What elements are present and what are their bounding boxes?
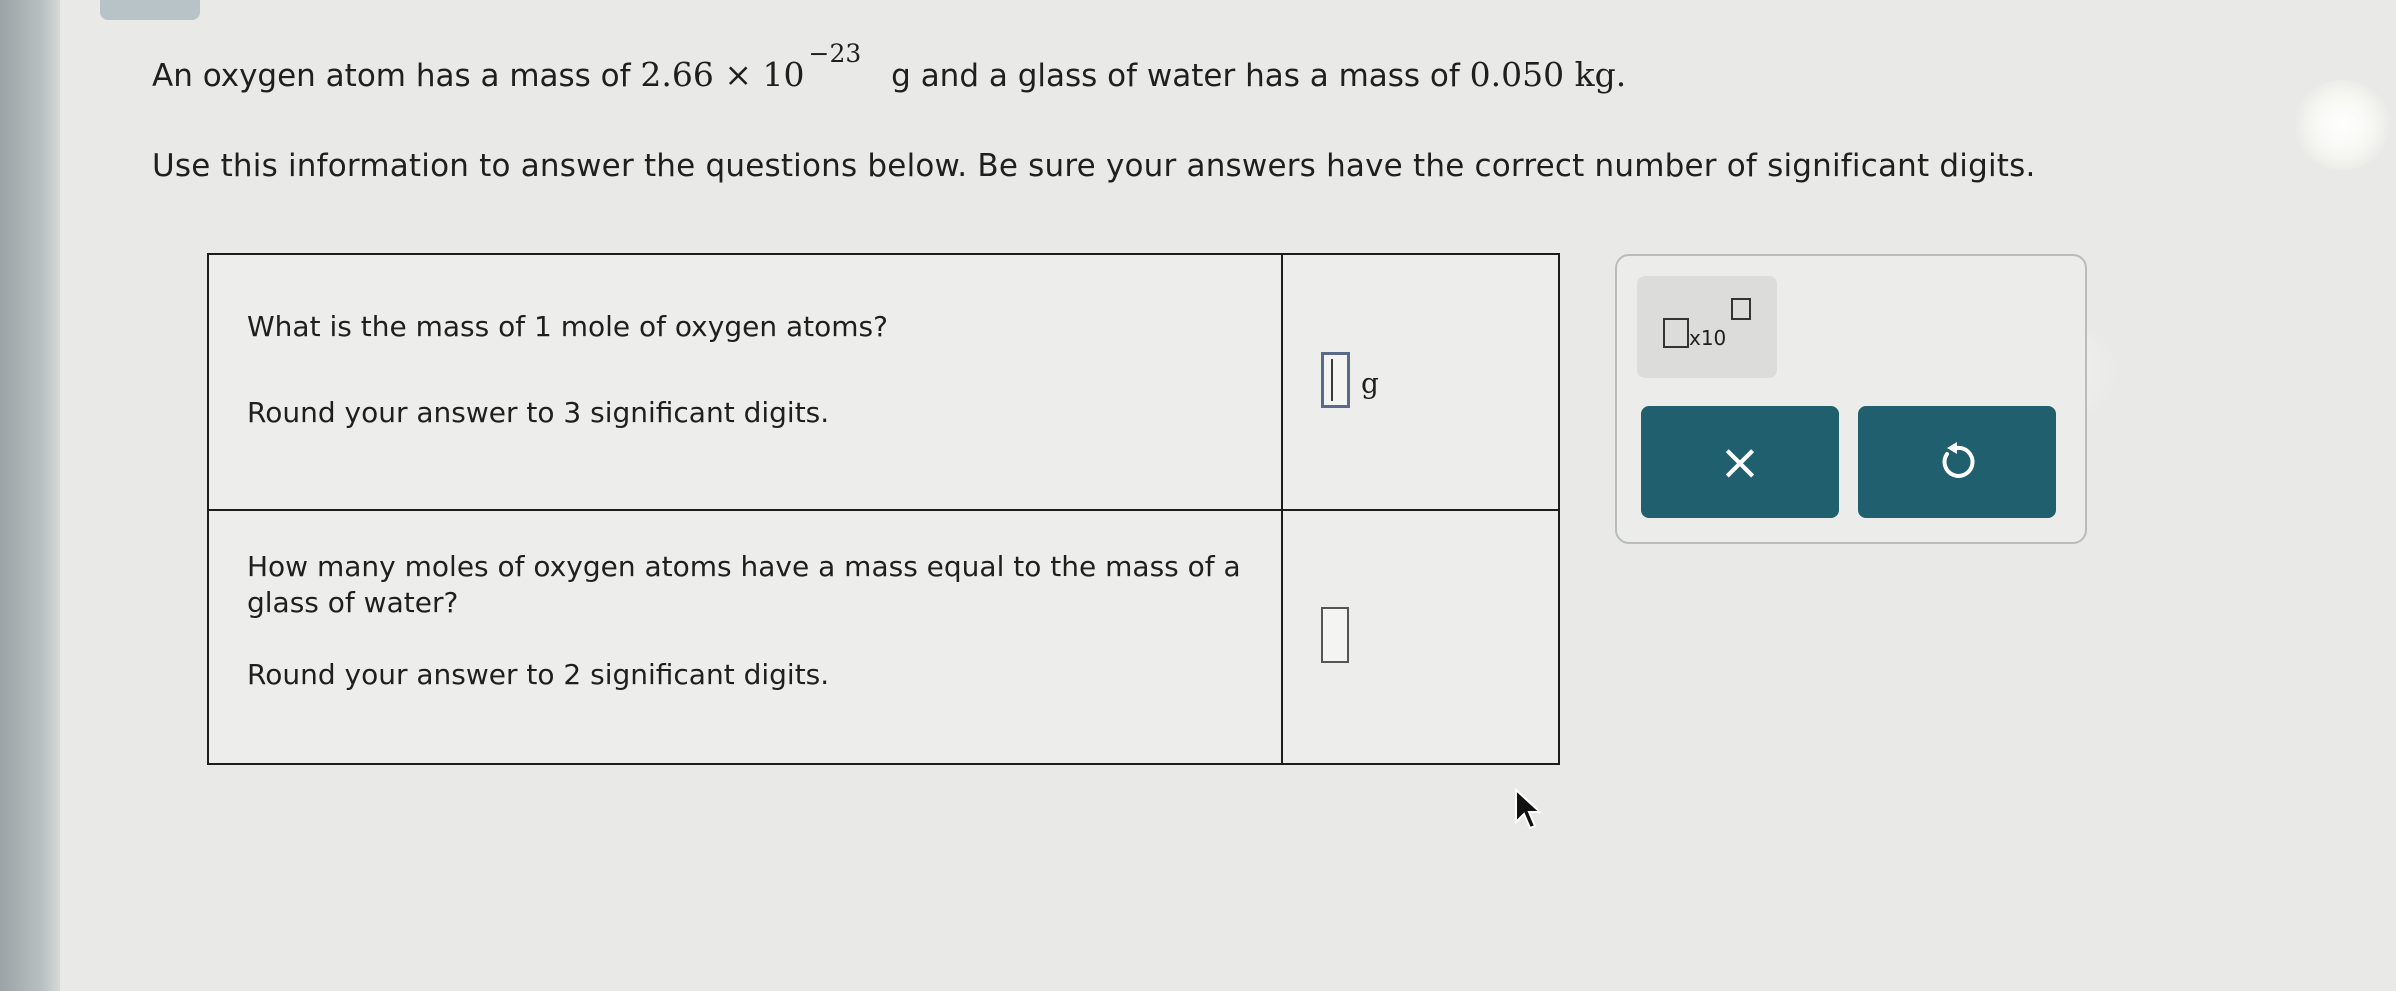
answer-cell: g [1281, 253, 1560, 511]
table-row: How many moles of oxygen atoms have a ma… [207, 509, 1560, 765]
x10-label: x10 [1689, 326, 1727, 350]
undo-icon [1942, 442, 1975, 478]
question-table: What is the mass of 1 mole of oxygen ato… [207, 253, 1560, 765]
exponent-box-icon [1731, 298, 1751, 320]
base-box-icon [1663, 318, 1689, 348]
unit-label: g [1361, 367, 1379, 400]
question-text: What is the mass of 1 mole of oxygen ato… [247, 310, 888, 343]
question-text: How many moles of oxygen atoms have a ma… [247, 550, 1241, 619]
question-cell: What is the mass of 1 mole of oxygen ato… [207, 253, 1283, 511]
answer-cell [1281, 509, 1560, 765]
rounding-instruction: Round your answer to 2 significant digit… [247, 658, 830, 691]
mass-answer-input[interactable] [1321, 352, 1350, 408]
moles-answer-input[interactable] [1321, 607, 1349, 663]
instructions: Use this information to answer the quest… [152, 148, 2036, 184]
mouse-cursor-icon [1515, 788, 1543, 830]
undo-button[interactable] [1858, 406, 2056, 518]
rounding-instruction: Round your answer to 3 significant digit… [247, 396, 830, 429]
light-glare [2295, 80, 2390, 170]
answer-toolbox: x10 × [1615, 254, 2087, 544]
problem-text-b: g and a glass of water has a mass of [891, 58, 1460, 94]
scientific-notation-button[interactable]: x10 [1637, 276, 1777, 378]
table-row: What is the mass of 1 mole of oxygen ato… [207, 253, 1560, 511]
question-cell: How many moles of oxygen atoms have a ma… [207, 509, 1283, 765]
oxygen-mass-value: 2.66 × 10 [640, 55, 805, 94]
problem-statement: An oxygen atom has a mass of 2.66 × 10−2… [152, 39, 1627, 94]
top-tab [100, 0, 200, 20]
screen-bezel [0, 0, 60, 991]
water-mass-value: 0.050 kg. [1469, 55, 1627, 94]
clear-button[interactable]: × [1641, 406, 1839, 518]
problem-text-a: An oxygen atom has a mass of [152, 58, 631, 94]
oxygen-mass-exponent: −23 [808, 39, 862, 68]
